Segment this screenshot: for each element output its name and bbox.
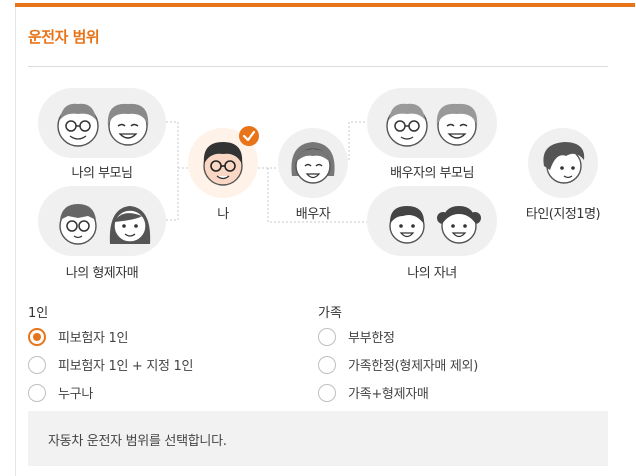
other-person-face-icon — [543, 142, 585, 184]
radio-family-siblings[interactable] — [318, 383, 336, 402]
option-couple-only[interactable]: 부부한정 — [318, 327, 395, 346]
siblings-faces-icon — [59, 204, 151, 245]
option-insured-plus-one[interactable]: 피보험자 1인 + 지정 1인 — [28, 355, 193, 374]
option-label: 부부한정 — [348, 331, 395, 346]
family-group-title: 가족 — [318, 306, 342, 321]
option-insured-only[interactable]: 피보험자 1인 — [28, 327, 128, 346]
radio-insured-only[interactable] — [28, 327, 46, 346]
radio-anyone[interactable] — [28, 383, 46, 402]
spouse-parents-faces-icon — [386, 103, 478, 147]
notice-box: 자동차 운전자 범위를 선택합니다. — [28, 411, 608, 466]
radio-family-only[interactable] — [318, 355, 336, 374]
spouse-parents-label: 배우자의 부모님 — [390, 166, 474, 181]
my-siblings-label: 나의 형제자매 — [65, 266, 139, 281]
notice-text: 자동차 운전자 범위를 선택합니다. — [48, 434, 227, 449]
radio-couple-only[interactable] — [318, 327, 336, 346]
selected-check-icon — [239, 126, 259, 146]
option-label: 피보험자 1인 — [58, 331, 129, 346]
radio-insured-plus-one[interactable] — [28, 355, 46, 374]
parents-faces-icon — [57, 103, 149, 147]
me-label: 나 — [217, 207, 229, 222]
option-family-only[interactable]: 가족한정(형제자매 제외) — [318, 355, 478, 374]
children-faces-icon — [389, 206, 481, 244]
single-group-title: 1인 — [28, 306, 49, 321]
option-label: 피보험자 1인 + 지정 1인 — [58, 359, 194, 374]
spouse-face-icon — [291, 142, 335, 184]
option-label: 가족한정(형제자매 제외) — [348, 359, 478, 374]
other-person-label: 타인(지정1명) — [525, 207, 601, 222]
option-anyone[interactable]: 누구나 — [28, 383, 93, 402]
option-family-siblings[interactable]: 가족+형제자매 — [318, 383, 429, 402]
my-children-label: 나의 자녀 — [407, 266, 457, 281]
option-label: 가족+형제자매 — [348, 387, 429, 402]
option-label: 누구나 — [58, 387, 93, 402]
my-parents-label: 나의 부모님 — [71, 166, 133, 181]
spouse-label: 배우자 — [295, 207, 331, 222]
